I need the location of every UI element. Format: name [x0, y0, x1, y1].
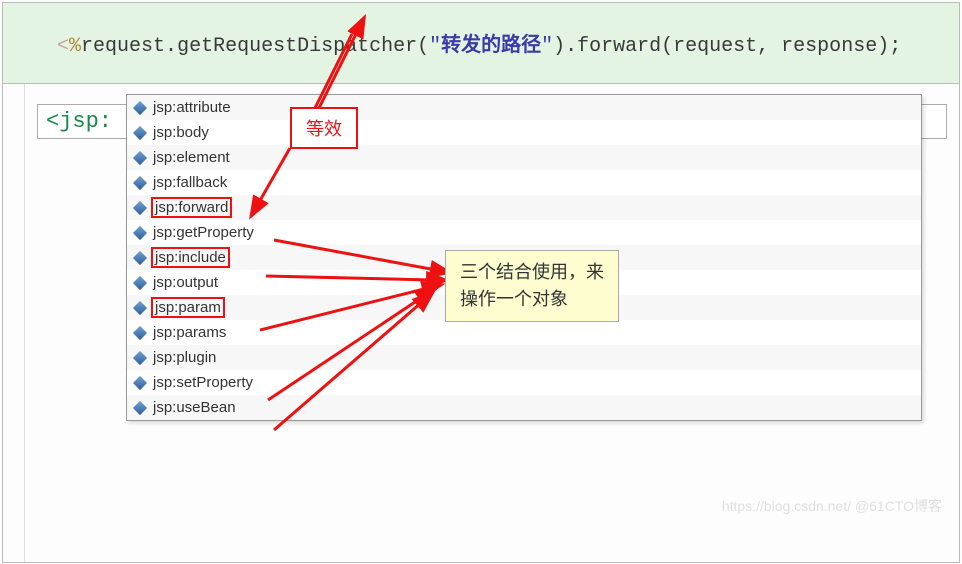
autocomplete-item[interactable]: jsp:fallback — [127, 170, 921, 195]
tag-icon — [133, 100, 147, 114]
autocomplete-item[interactable]: jsp:getProperty — [127, 220, 921, 245]
autocomplete-item[interactable]: jsp:body — [127, 120, 921, 145]
code-token: ).forward(request, response); — [553, 35, 901, 58]
autocomplete-item-label: jsp:fallback — [153, 174, 227, 191]
autocomplete-item-label: jsp:plugin — [153, 349, 216, 366]
code-token: " — [541, 35, 553, 58]
autocomplete-item-label: jsp:forward — [151, 197, 232, 218]
autocomplete-item[interactable]: jsp:plugin — [127, 345, 921, 370]
autocomplete-item-label: jsp:useBean — [153, 399, 236, 416]
tag-icon — [133, 200, 147, 214]
autocomplete-item-label: jsp:element — [153, 149, 230, 166]
autocomplete-item-label: jsp:param — [151, 297, 225, 318]
autocomplete-item[interactable]: jsp:attribute — [127, 95, 921, 120]
annotation-equivalent: 等效 — [290, 107, 358, 149]
code-token: % — [69, 35, 81, 58]
code-token: " — [429, 35, 441, 58]
tag-icon — [133, 300, 147, 314]
annotation-line: 操作一个对象 — [460, 286, 604, 313]
tag-icon — [133, 250, 147, 264]
tag-icon — [133, 225, 147, 239]
autocomplete-item-label: jsp:getProperty — [153, 224, 254, 241]
code-string: 转发的路径 — [441, 35, 541, 58]
code-token: request.getRequestDispatcher( — [81, 35, 429, 58]
autocomplete-item-label: jsp:params — [153, 324, 226, 341]
autocomplete-item-label: jsp:include — [151, 247, 230, 268]
tag-icon — [133, 275, 147, 289]
tag-icon — [133, 375, 147, 389]
annotation-trio-usage: 三个结合使用，来 操作一个对象 — [445, 250, 619, 322]
tag-icon — [133, 150, 147, 164]
autocomplete-item[interactable]: jsp:setProperty — [127, 370, 921, 395]
autocomplete-item-label: jsp:output — [153, 274, 218, 291]
watermark: https://blog.csdn.net/ @61CTO博客 — [722, 496, 942, 516]
autocomplete-item-label: jsp:body — [153, 124, 209, 141]
autocomplete-item-label: jsp:setProperty — [153, 374, 253, 391]
autocomplete-item[interactable]: jsp:forward — [127, 195, 921, 220]
code-token: < — [57, 35, 69, 58]
tag-icon — [133, 325, 147, 339]
tag-icon — [133, 175, 147, 189]
editor-gutter — [3, 84, 25, 562]
tag-icon — [133, 400, 147, 414]
code-line: <%request.getRequestDispatcher("转发的路径").… — [3, 3, 959, 84]
tag-icon — [133, 350, 147, 364]
autocomplete-item-label: jsp:attribute — [153, 99, 231, 116]
annotation-line: 三个结合使用，来 — [460, 259, 604, 286]
autocomplete-item[interactable]: jsp:element — [127, 145, 921, 170]
autocomplete-item[interactable]: jsp:params — [127, 320, 921, 345]
autocomplete-item[interactable]: jsp:useBean — [127, 395, 921, 420]
tag-icon — [133, 125, 147, 139]
